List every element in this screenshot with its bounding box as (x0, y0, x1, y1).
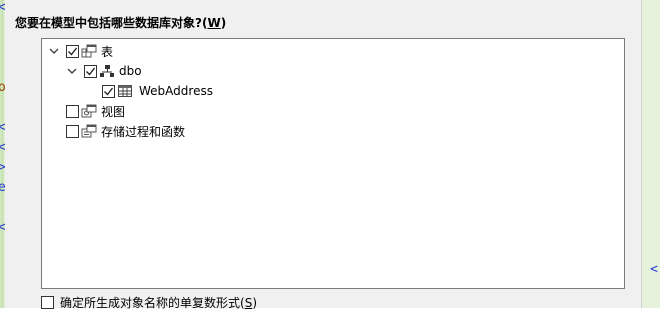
pluralize-option[interactable]: 确定所生成对象名称的单复数形式(S) (41, 294, 257, 311)
procs-folder-icon (81, 123, 97, 139)
dbo-checkbox[interactable] (84, 64, 97, 78)
tree-node-label: dbo (119, 64, 142, 78)
objects-prompt-label: 您要在模型中包括哪些数据库对象?(W) (15, 16, 227, 30)
procs-checkbox[interactable] (66, 124, 79, 138)
access-key: W (207, 16, 221, 30)
tables-folder-icon (81, 43, 97, 59)
tree-node-views[interactable]: 视图 (66, 102, 125, 120)
tree-node-webaddress[interactable]: WebAddress (102, 82, 213, 100)
tree-node-label: WebAddress (139, 84, 213, 98)
pluralize-checkbox[interactable] (41, 296, 54, 309)
pluralize-label: 确定所生成对象名称的单复数形式(S) (60, 296, 257, 310)
chevron-down-icon[interactable] (66, 65, 78, 77)
views-checkbox[interactable] (66, 104, 79, 118)
tree-node-label: 表 (101, 44, 114, 59)
choose-objects-dialog: 您要在模型中包括哪些数据库对象?(W) 表 dbo WebAddress 视图 … (5, 0, 642, 311)
database-objects-tree[interactable]: 表 dbo WebAddress 视图 存储过程和函数 (41, 38, 625, 289)
tables-checkbox[interactable] (66, 44, 79, 58)
chevron-down-icon[interactable] (48, 45, 60, 57)
tree-node-procs[interactable]: 存储过程和函数 (66, 122, 185, 140)
code-fragment: < (650, 262, 658, 277)
tree-node-label: 视图 (101, 104, 126, 119)
tree-node-label: 存储过程和函数 (101, 124, 186, 139)
webaddress-checkbox[interactable] (102, 84, 115, 98)
views-folder-icon (81, 103, 97, 119)
tree-node-dbo[interactable]: dbo (66, 62, 142, 80)
table-grid-icon (117, 83, 133, 99)
tree-node-tables[interactable]: 表 (48, 42, 113, 60)
schema-icon (99, 63, 115, 79)
